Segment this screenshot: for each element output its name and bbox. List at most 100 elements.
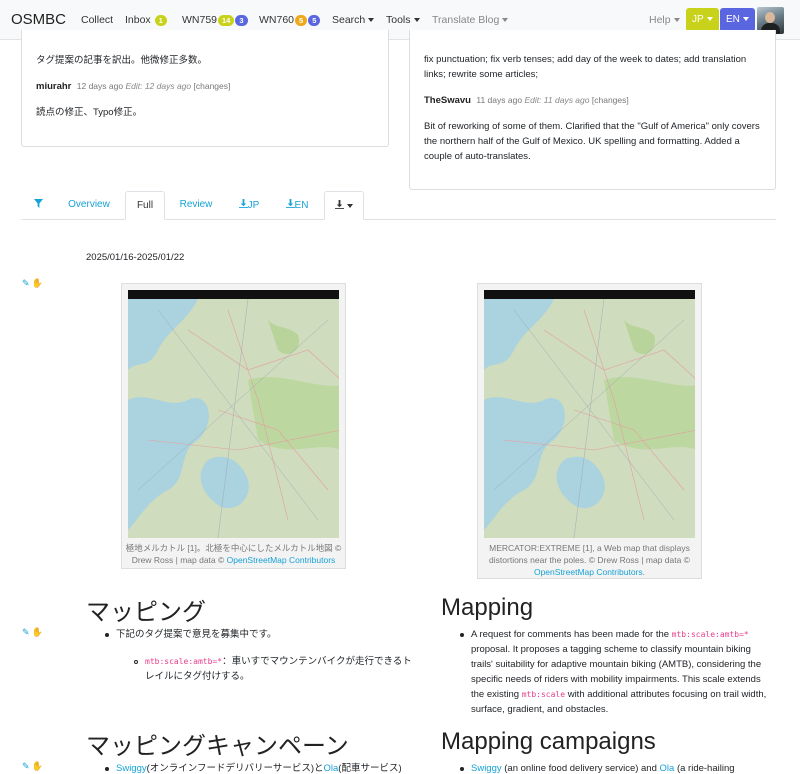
language-jp-label: JP	[692, 14, 704, 25]
list-item-text: 下記のタグ提案で意見を募集中です。	[116, 629, 277, 640]
figure-caption: 極地メルカトル [1]。北極を中心にしたメルカトル地図 © Drew Ross …	[124, 542, 343, 566]
tab-download-menu[interactable]	[324, 191, 364, 220]
list-item-text: (配車サービス)	[338, 763, 402, 774]
map-figure-left: 極地メルカトル [1]。北極を中心にしたメルカトル地図 © Drew Ross …	[121, 283, 346, 569]
map-image	[484, 290, 695, 538]
comment-ago: 12 days ago	[76, 81, 124, 91]
mapping-sublist-jp: mtb:scale:amtb=*：車いすでマウンテンバイクが走行できるトレイルに…	[134, 654, 419, 684]
tab-download-jp-label: JP	[247, 200, 260, 211]
list-item: Swiggy(オンラインフードデリバリーサービス)とOla(配車サービス)	[105, 761, 426, 774]
thumbs-down-icon[interactable]: ✋	[32, 278, 43, 288]
ola-link[interactable]: Ola	[323, 763, 338, 774]
chevron-down-icon	[706, 17, 713, 22]
bullet	[460, 767, 464, 771]
nav-help-dropdown[interactable]: Help	[649, 14, 680, 26]
article-edit-controls[interactable]: ✎ ✋	[22, 627, 43, 638]
bullet	[460, 633, 464, 637]
bullet	[105, 767, 109, 771]
comment-edit: Edit: 11 days ago	[524, 95, 590, 105]
section-heading-jp: マッピングキャンペーン	[86, 733, 349, 760]
date-range: 2025/01/16-2025/01/22	[86, 252, 185, 263]
comment-user[interactable]: TheSwavu	[424, 95, 471, 106]
edit-icon[interactable]: ✎	[22, 278, 30, 288]
nav-search-label: Search	[332, 14, 366, 26]
wn760-badge-b: 5	[308, 14, 321, 26]
chevron-down-icon	[413, 18, 420, 23]
nav-wn759-label: WN759	[182, 14, 218, 26]
tag-code[interactable]: mtb:scale	[522, 690, 565, 699]
nav-help-label: Help	[649, 14, 671, 26]
comment-user[interactable]: miurahr	[36, 81, 71, 92]
ola-link[interactable]: Ola	[660, 763, 675, 774]
tab-download-en-label: EN	[294, 200, 309, 211]
wn759-badge-b: 3	[235, 14, 248, 26]
osm-contributors-link[interactable]: OpenStreetMap Contributors	[534, 567, 643, 577]
list-item-text: (a ride-hailing	[674, 763, 735, 774]
nav-wn760[interactable]: WN760 5 5	[259, 14, 321, 26]
comment-text: Bit of reworking of some of them. Clarif…	[424, 121, 760, 162]
list-item: mtb:scale:amtb=*：車いすでマウンテンバイクが走行できるトレイルに…	[134, 654, 419, 684]
comment-meta: miurahr 12 days ago Edit: 12 days ago [c…	[36, 81, 230, 92]
wn759-badge-a: 14	[218, 14, 235, 26]
tab-review[interactable]: Review	[171, 191, 221, 220]
download-icon	[335, 200, 344, 209]
download-icon	[285, 199, 295, 208]
language-en-label: EN	[726, 14, 740, 25]
edit-icon[interactable]: ✎	[22, 761, 30, 771]
view-tabs: Overview Full Review JP EN	[21, 191, 776, 220]
tab-download-en[interactable]: EN	[275, 191, 319, 220]
language-en-button[interactable]: EN	[720, 8, 755, 32]
map-figure-right: MERCATOR:EXTREME [1], a Web map that dis…	[477, 283, 702, 579]
filter-icon	[33, 199, 43, 208]
tab-full[interactable]: Full	[125, 191, 165, 220]
mapping-list-jp: 下記のタグ提案で意見を募集中です。	[105, 627, 426, 642]
article-edit-controls[interactable]: ✎ ✋	[22, 761, 43, 772]
tag-code[interactable]: mtb:scale:amtb=*	[145, 657, 222, 666]
swiggy-link[interactable]: Swiggy	[116, 763, 147, 774]
osm-contributors-link[interactable]: OpenStreetMap Contributors	[227, 555, 336, 565]
chevron-down-icon	[347, 204, 353, 209]
chevron-down-icon	[502, 18, 509, 23]
avatar-head	[765, 12, 775, 23]
comment-edit: Edit: 12 days ago	[125, 81, 192, 91]
edit-icon[interactable]: ✎	[22, 627, 30, 637]
nav-wn760-label: WN760	[259, 14, 295, 26]
chevron-down-icon	[673, 18, 680, 23]
nav-translate-blog-label: Translate Blog	[432, 14, 500, 26]
tab-download-jp[interactable]: JP	[227, 191, 271, 220]
tab-overview[interactable]: Overview	[59, 191, 119, 220]
tag-code[interactable]: mtb:scale:amtb=*	[672, 630, 749, 639]
brand-logo[interactable]: OSMBC	[11, 11, 66, 28]
list-item: Swiggy (an online food delivery service)…	[460, 761, 773, 774]
inbox-count-badge: 1	[154, 14, 167, 26]
mapping-list-en: A request for comments has been made for…	[460, 627, 773, 717]
download-icon	[238, 199, 248, 208]
comment-card-right: fix punctuation; fix verb tenses; add da…	[409, 30, 776, 190]
comment-changes-link[interactable]: [changes]	[592, 95, 629, 105]
wn760-badge-a: 5	[295, 14, 308, 26]
tab-filter[interactable]	[27, 191, 49, 220]
comment-text: 読点の修正、Typo修正。	[36, 107, 143, 118]
swiggy-link[interactable]: Swiggy	[471, 763, 502, 774]
caption-text: 極地メルカトル [	[125, 543, 190, 553]
nav-wn759[interactable]: WN759 14 3	[182, 14, 248, 26]
map-image	[128, 290, 339, 538]
nav-search-dropdown[interactable]: Search	[332, 14, 375, 26]
campaigns-list-en: Swiggy (an online food delivery service)…	[460, 761, 773, 774]
nav-tools-dropdown[interactable]: Tools	[386, 14, 420, 26]
section-heading-en: Mapping	[441, 594, 534, 621]
section-heading-en: Mapping campaigns	[441, 728, 656, 755]
comment-card-left: タグ提案の記事を訳出。他微修正多数。 miurahr 12 days ago E…	[21, 30, 389, 147]
map-graphic	[484, 298, 695, 538]
comment-meta: TheSwavu 11 days ago Edit: 11 days ago […	[424, 95, 629, 106]
thumbs-down-icon[interactable]: ✋	[32, 627, 43, 637]
thumbs-down-icon[interactable]: ✋	[32, 761, 43, 771]
nav-translate-blog-dropdown[interactable]: Translate Blog	[432, 14, 509, 26]
list-item: 下記のタグ提案で意見を募集中です。	[105, 627, 426, 642]
nav-collect[interactable]: Collect	[81, 14, 113, 26]
list-item-text: A request for comments has been made for…	[471, 629, 672, 640]
article-edit-controls[interactable]: ✎ ✋	[22, 278, 43, 289]
language-jp-button[interactable]: JP	[686, 8, 719, 32]
comment-changes-link[interactable]: [changes]	[194, 81, 231, 91]
nav-inbox[interactable]: Inbox 1	[125, 14, 167, 26]
